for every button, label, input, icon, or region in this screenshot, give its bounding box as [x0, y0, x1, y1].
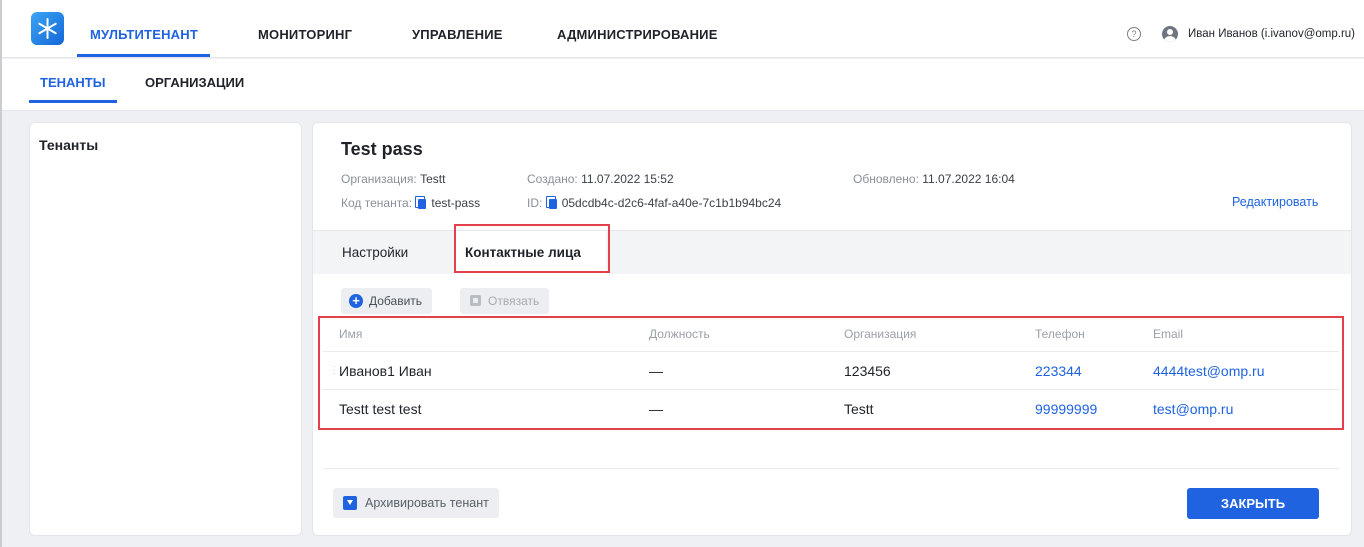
nav-administration[interactable]: АДМИНИСТРИРОВАНИЕ [557, 27, 718, 42]
tenant-title: Test pass [341, 139, 423, 159]
add-contact-button[interactable]: + Добавить [341, 288, 433, 314]
unlink-contact-label: Отвязать [488, 294, 540, 308]
unlink-icon [470, 295, 481, 306]
nav-active-indicator [77, 54, 210, 57]
tab-tenants[interactable]: ТЕНАНТЫ [40, 75, 105, 90]
nav-management[interactable]: УПРАВЛЕНИЕ [412, 27, 503, 42]
archive-tenant-button[interactable]: Архивировать тенант [333, 488, 499, 518]
tenant-created: Создано: 11.07.2022 15:52 [527, 172, 674, 186]
archive-icon [343, 496, 357, 510]
organization-label: Организация: [341, 172, 417, 186]
tenant-id-value: 05dcdb4c-d2c6-4faf-a40e-7c1b1b94bc24 [561, 196, 782, 210]
nav-monitoring[interactable]: МОНИТОРИНГ [258, 27, 352, 42]
nav-multitenant[interactable]: МУЛЬТИТЕНАНТ [90, 27, 198, 42]
tab-organizations[interactable]: ОРГАНИЗАЦИИ [145, 75, 244, 90]
user-avatar-icon[interactable] [1162, 26, 1178, 42]
organization-value: Testt [420, 172, 446, 186]
tenant-id-label: ID: [527, 196, 543, 210]
footer-divider [323, 468, 1339, 469]
updated-label: Обновлено: [853, 172, 919, 186]
subtab-active-indicator [29, 100, 117, 103]
highlight-contacts-tab [454, 224, 610, 273]
tenant-code-value: test-pass [431, 196, 481, 210]
tenant-organization: Организация: Testt [341, 172, 445, 186]
add-contact-label: Добавить [369, 294, 423, 308]
archive-tenant-label: Архивировать тенант [365, 496, 489, 510]
close-button[interactable]: ЗАКРЫТЬ [1187, 488, 1319, 519]
section-tabs: ТЕНАНТЫ ОРГАНИЗАЦИИ [0, 59, 1364, 111]
tenant-id: ID: 05dcdb4c-d2c6-4faf-a40e-7c1b1b94bc24 [527, 196, 781, 210]
edit-link[interactable]: Редактировать [1232, 195, 1318, 209]
tenants-list-panel: Тенанты [29, 122, 302, 536]
updated-value: 11.07.2022 16:04 [922, 172, 1015, 186]
tab-settings[interactable]: Настройки [342, 245, 408, 260]
help-icon[interactable]: ? [1127, 27, 1141, 41]
app-logo-icon[interactable] [31, 12, 64, 45]
user-name[interactable]: Иван Иванов (i.ivanov@omp.ru) [1188, 28, 1355, 40]
created-value: 11.07.2022 15:52 [581, 172, 674, 186]
top-navigation-bar: МУЛЬТИТЕНАНТ МОНИТОРИНГ УПРАВЛЕНИЕ АДМИН… [0, 0, 1364, 58]
unlink-contact-button[interactable]: Отвязать [460, 288, 550, 314]
plus-icon: + [349, 294, 363, 308]
tenant-code: Код тенанта: test-pass [341, 196, 480, 210]
copy-icon[interactable] [545, 196, 557, 209]
highlight-contacts-table [318, 316, 1344, 430]
tenant-updated: Обновлено: 11.07.2022 16:04 [853, 172, 1015, 186]
created-label: Создано: [527, 172, 578, 186]
tenants-list-title: Тенанты [39, 137, 99, 153]
copy-icon[interactable] [415, 196, 427, 209]
tenant-code-label: Код тенанта: [341, 196, 413, 210]
tenant-details-panel: Test pass Организация: Testt Создано: 11… [312, 122, 1352, 536]
